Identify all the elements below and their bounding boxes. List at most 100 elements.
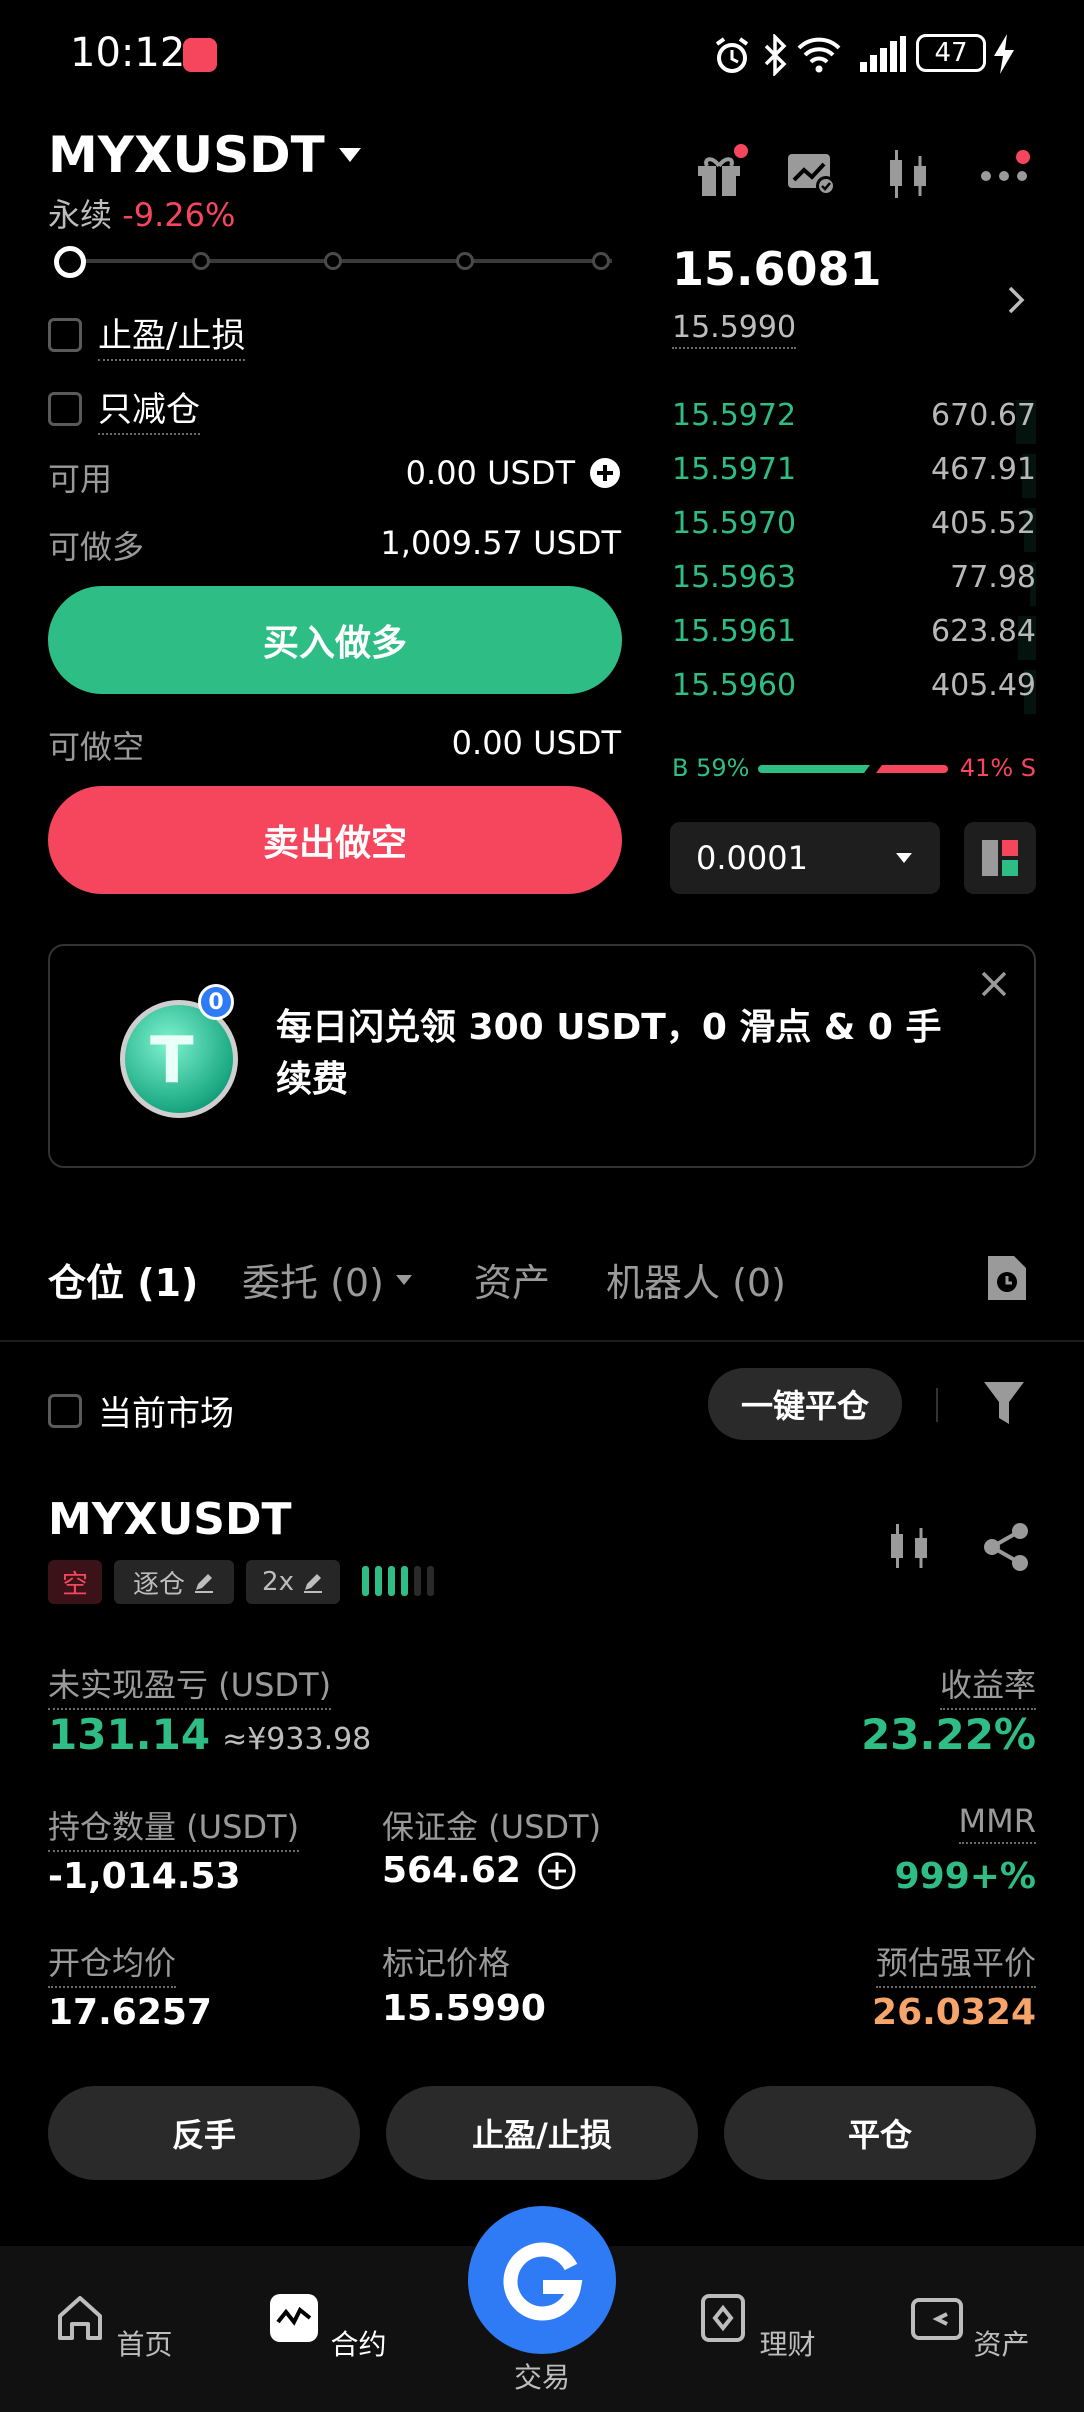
more-button[interactable] — [980, 150, 1034, 190]
nav-home-label: 首页 — [116, 2328, 173, 2361]
ratio-bar-buy — [758, 765, 870, 773]
buy-ratio-label: B 59% — [672, 754, 750, 782]
bid-row[interactable]: 15.5963 77.98 — [672, 560, 1036, 610]
bid-price: 15.5963 — [672, 560, 797, 595]
symbol-selector[interactable]: MYXUSDT — [48, 126, 363, 184]
contract-type: 永续 — [48, 196, 113, 234]
liq-price-value: 26.0324 — [872, 1992, 1036, 2033]
candlestick-icon[interactable] — [886, 1522, 932, 1572]
bid-qty: 77.98 — [950, 560, 1036, 595]
nav-futures[interactable]: 合约 — [256, 2290, 396, 2363]
share-icon[interactable] — [982, 1522, 1030, 1572]
buy-long-button[interactable]: 买入做多 — [48, 586, 622, 694]
bid-qty: 467.91 — [931, 452, 1036, 487]
caret-down-icon — [338, 148, 361, 162]
bid-price: 15.5960 — [672, 668, 797, 703]
add-margin-icon[interactable] — [537, 1851, 577, 1891]
status-time: 10:12 — [70, 30, 186, 76]
roe-label: 收益率 — [939, 1660, 1036, 1710]
margin-mode-tag[interactable]: 逐仓 — [114, 1560, 234, 1604]
signal-icon — [860, 36, 906, 72]
promo-banner[interactable]: T 0 每日闪兑领 300 USDT，0 滑点 & 0 手续费 — [48, 944, 1036, 1168]
nav-assets-label: 资产 — [973, 2328, 1030, 2361]
futures-icon — [269, 2294, 318, 2342]
nav-trade-button[interactable] — [468, 2206, 616, 2354]
tab-orders[interactable]: 委托 (0) — [242, 1252, 414, 1307]
close-position-label: 平仓 — [847, 2116, 912, 2154]
filter-icon[interactable] — [982, 1380, 1026, 1428]
order-history-icon[interactable] — [984, 1252, 1030, 1304]
more-badge — [1016, 150, 1030, 164]
status-bar: 10:12 47 — [0, 0, 1084, 110]
max-long-value: 1,009.57 USDT — [380, 524, 621, 562]
mmr-value: 999+% — [894, 1856, 1036, 1897]
charging-icon — [994, 34, 1014, 74]
sell-short-button[interactable]: 卖出做空 — [48, 786, 622, 894]
bid-qty: 623.84 — [931, 614, 1036, 649]
position-symbol[interactable]: MYXUSDT — [48, 1494, 292, 1545]
tpsl-checkbox[interactable]: 止盈/止损 — [48, 308, 246, 361]
caret-down-icon — [395, 1274, 412, 1285]
nav-trade[interactable]: 交易 — [472, 2356, 612, 2396]
size-label: 持仓数量 (USDT) — [48, 1802, 300, 1852]
coin-badge: 0 — [208, 989, 224, 1015]
position-tabs: 仓位 (1) 委托 (0) 资产 机器人 (0) — [48, 1252, 1036, 1312]
nav-earn[interactable]: 理财 — [685, 2290, 825, 2363]
contract-info: 永续 -9.26% — [48, 190, 235, 236]
slider-handle[interactable] — [54, 246, 86, 278]
mark-price-value: 15.5990 — [382, 1988, 546, 2029]
nav-home[interactable]: 首页 — [42, 2290, 182, 2363]
reduce-only-label: 只减仓 — [98, 382, 200, 435]
bid-row[interactable]: 15.5961 623.84 — [672, 614, 1036, 664]
ratio-bar — [758, 765, 948, 773]
upnl-cny: ≈¥933.98 — [222, 1722, 372, 1757]
tabs-divider — [0, 1340, 1084, 1342]
bid-qty: 670.67 — [931, 398, 1036, 433]
reverse-position-label: 反手 — [171, 2116, 236, 2154]
tpsl-checkbox-box[interactable] — [48, 317, 82, 352]
trade-logo-icon — [503, 2242, 583, 2321]
bid-row[interactable]: 15.5972 670.67 — [672, 398, 1036, 448]
close-icon[interactable] — [980, 970, 1008, 998]
amount-slider[interactable] — [52, 246, 620, 278]
reduce-only-checkbox[interactable]: 只减仓 — [48, 382, 200, 435]
nav-assets[interactable]: 资产 — [899, 2290, 1039, 2363]
edit-icon — [303, 1574, 322, 1593]
bid-price: 15.5972 — [672, 398, 797, 433]
precision-value: 0.0001 — [696, 839, 808, 877]
filter-divider — [936, 1388, 938, 1422]
candlestick-icon[interactable] — [884, 148, 932, 200]
reduce-only-checkbox-box[interactable] — [48, 391, 82, 426]
reverse-position-button[interactable]: 反手 — [48, 2086, 360, 2180]
current-market-label: 当前市场 — [98, 1394, 234, 1434]
bid-row[interactable]: 15.5960 405.49 — [672, 668, 1036, 718]
nav-futures-label: 合约 — [330, 2328, 387, 2361]
usdt-coin-icon: T 0 — [120, 984, 240, 1120]
precision-select[interactable]: 0.0001 — [670, 822, 940, 894]
gift-button[interactable] — [694, 144, 748, 198]
tab-assets[interactable]: 资产 — [474, 1252, 550, 1307]
promo-text: 每日闪兑领 300 USDT，0 滑点 & 0 手续费 — [276, 1007, 942, 1100]
tab-bots[interactable]: 机器人 (0) — [606, 1252, 786, 1307]
position-tpsl-button[interactable]: 止盈/止损 — [386, 2086, 698, 2180]
bid-price: 15.5971 — [672, 452, 797, 487]
tab-orders-label: 委托 (0) — [242, 1261, 384, 1305]
bid-price: 15.5970 — [672, 506, 797, 541]
bid-row[interactable]: 15.5970 405.52 — [672, 506, 1036, 556]
tab-positions[interactable]: 仓位 (1) — [48, 1252, 198, 1307]
chart-analysis-icon[interactable] — [786, 150, 838, 198]
slider-tick — [456, 252, 474, 270]
battery-level: 47 — [934, 38, 968, 68]
current-market-checkbox[interactable]: 当前市场 — [48, 1386, 234, 1435]
add-funds-icon[interactable] — [589, 457, 621, 489]
close-all-button[interactable]: 一键平仓 — [708, 1368, 902, 1440]
leverage-tag[interactable]: 2x — [246, 1560, 340, 1604]
upnl-row: 131.14 ≈¥933.98 — [48, 1710, 371, 1759]
close-position-button[interactable]: 平仓 — [724, 2086, 1036, 2180]
margin-value: 564.62 — [382, 1850, 521, 1891]
chevron-right-icon[interactable] — [1006, 284, 1028, 316]
current-market-checkbox-box[interactable] — [48, 1393, 82, 1428]
available-label: 可用 — [48, 460, 113, 498]
orderbook-layout-button[interactable] — [964, 822, 1036, 894]
bid-row[interactable]: 15.5971 467.91 — [672, 452, 1036, 502]
